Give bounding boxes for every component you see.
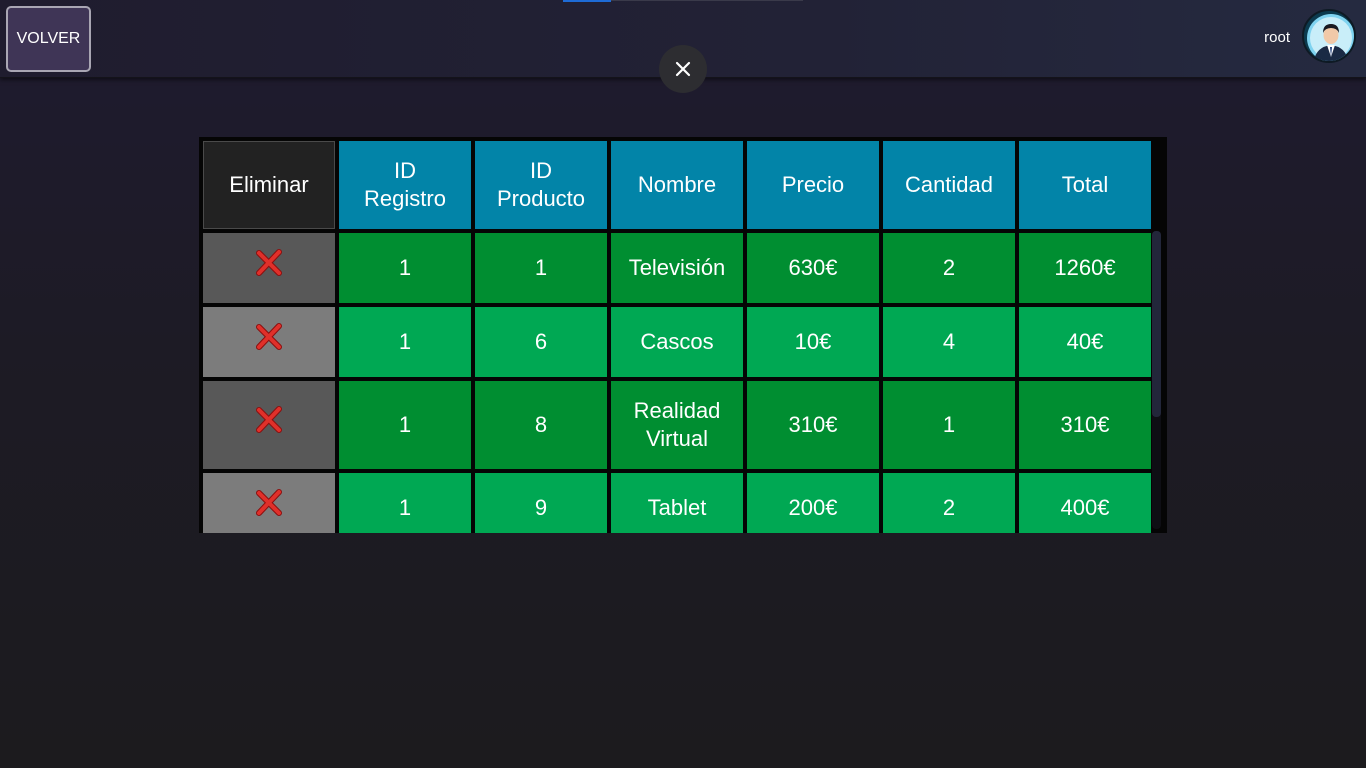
table-cell-precio: 310€ <box>747 381 879 469</box>
close-button[interactable] <box>659 45 707 93</box>
table-cell-id-producto: 1 <box>475 233 607 303</box>
table-cell-cantidad: 2 <box>883 233 1015 303</box>
table-cell-precio: 200€ <box>747 473 879 533</box>
delete-x-icon[interactable] <box>254 487 284 517</box>
table-cell-id-producto: 8 <box>475 381 607 469</box>
table-cell-id-registro: 1 <box>339 307 471 377</box>
table-scrollbar[interactable] <box>1152 231 1161 529</box>
table-cell-nombre: Cascos <box>611 307 743 377</box>
column-header-cantidad: Cantidad <box>883 141 1015 229</box>
column-header-nombre: Nombre <box>611 141 743 229</box>
scrollbar-thumb[interactable] <box>1152 231 1161 417</box>
delete-cell[interactable] <box>203 307 335 377</box>
back-button[interactable]: VOLVER <box>6 6 91 72</box>
username-label: root <box>1264 29 1290 46</box>
table-cell-cantidad: 1 <box>883 381 1015 469</box>
table-cell-nombre: Televisión <box>611 233 743 303</box>
delete-cell[interactable] <box>203 473 335 533</box>
delete-x-icon[interactable] <box>254 321 284 351</box>
delete-cell[interactable] <box>203 381 335 469</box>
table-cell-id-producto: 6 <box>475 307 607 377</box>
column-header-eliminar: Eliminar <box>203 141 335 229</box>
table-cell-total: 1260€ <box>1019 233 1151 303</box>
table-cell-cantidad: 4 <box>883 307 1015 377</box>
column-header-precio: Precio <box>747 141 879 229</box>
table-cell-cantidad: 2 <box>883 473 1015 533</box>
table-cell-id-registro: 1 <box>339 473 471 533</box>
tab-indicator <box>563 0 611 2</box>
cart-table: Eliminar ID Registro ID Producto Nombre … <box>199 137 1167 533</box>
table-cell-precio: 630€ <box>747 233 879 303</box>
close-icon <box>675 61 691 77</box>
table-cell-id-producto: 9 <box>475 473 607 533</box>
tab-track <box>611 0 803 1</box>
table-cell-precio: 10€ <box>747 307 879 377</box>
table-cell-total: 400€ <box>1019 473 1151 533</box>
table-cell-id-registro: 1 <box>339 381 471 469</box>
column-header-id-producto: ID Producto <box>475 141 607 229</box>
delete-x-icon[interactable] <box>254 247 284 277</box>
table-cell-total: 40€ <box>1019 307 1151 377</box>
table-cell-nombre: Tablet <box>611 473 743 533</box>
column-header-id-registro: ID Registro <box>339 141 471 229</box>
table-cell-total: 310€ <box>1019 381 1151 469</box>
table-cell-nombre: Realidad Virtual <box>611 381 743 469</box>
table-cell-id-registro: 1 <box>339 233 471 303</box>
delete-x-icon[interactable] <box>254 404 284 434</box>
delete-cell[interactable] <box>203 233 335 303</box>
user-avatar-icon[interactable] <box>1302 9 1356 63</box>
column-header-total: Total <box>1019 141 1151 229</box>
